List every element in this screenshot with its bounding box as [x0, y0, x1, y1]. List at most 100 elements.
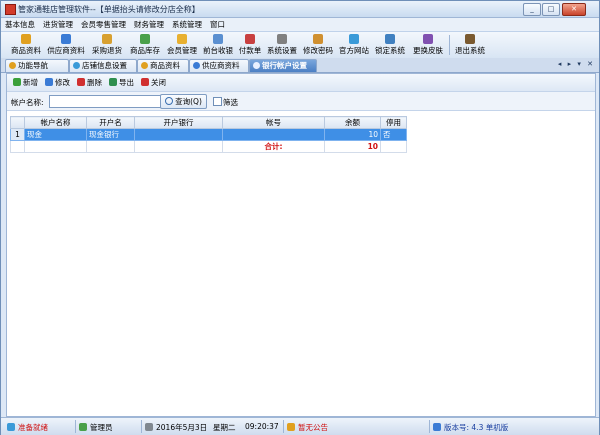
action-bar: 新增 修改 删除 导出 关闭 — [7, 74, 595, 92]
minimize-button[interactable]: _ — [523, 3, 541, 16]
toolbar-skin-button[interactable]: 更换皮肤 — [409, 34, 447, 56]
tab-store-info[interactable]: 店铺信息设置 — [69, 59, 137, 72]
toolbar-payment-button[interactable]: 付款单 — [237, 34, 263, 56]
filter-checkbox-label: 筛选 — [223, 98, 238, 107]
table-header: 帐户名称 开户名 开户银行 帐号 余额 停用 — [10, 116, 407, 129]
menu-window[interactable]: 窗口 — [206, 18, 229, 30]
tab-navigation-arrows[interactable]: ◂ ▸ ▾ ✕ — [558, 60, 595, 68]
status-separator — [283, 420, 284, 433]
product-icon — [21, 34, 31, 44]
store-icon — [73, 62, 80, 69]
column-header-account-number[interactable]: 帐号 — [222, 116, 325, 129]
status-user: 管理员 — [79, 422, 113, 433]
toolbar-exit-button[interactable]: 退出系统 — [453, 34, 487, 56]
tab-bank-account[interactable]: 银行帐户设置 — [249, 59, 317, 72]
table-row[interactable]: 1 现金 现金银行 10 否 — [10, 128, 407, 141]
main-window: 管家通鞋店管理软件--【单据抬头请修改分店全称】 _ □ ✕ 基本信息 进货管理会… — [0, 0, 600, 435]
row-number: 1 — [10, 128, 25, 141]
total-spacer — [86, 140, 135, 153]
menu-bar: 基本信息 进货管理 会员零售管理 财务管理 系统管理 窗口 — [1, 18, 599, 31]
column-header-disabled[interactable]: 停用 — [380, 116, 407, 129]
skin-icon — [423, 34, 433, 44]
toolbar-password-button[interactable]: 修改密码 — [301, 34, 335, 56]
tab-supplier-info[interactable]: 供应商资料 — [189, 59, 249, 72]
toolbar-website-button[interactable]: 官方网站 — [337, 34, 371, 56]
product-tab-icon — [141, 62, 148, 69]
column-header-account-name[interactable]: 帐户名称 — [24, 116, 87, 129]
toolbar-stock-button[interactable]: 商品库存 — [128, 34, 162, 56]
maximize-button[interactable]: □ — [542, 3, 560, 16]
title-bar[interactable]: 管家通鞋店管理软件--【单据抬头请修改分店全称】 _ □ ✕ — [1, 1, 599, 18]
status-separator — [141, 420, 142, 433]
delete-icon — [77, 78, 85, 86]
tab-function-nav[interactable]: 功能导航 — [5, 59, 69, 72]
cell-bank[interactable] — [134, 128, 223, 141]
export-button[interactable]: 导出 — [109, 77, 134, 88]
row-number-header — [10, 116, 25, 129]
notice-icon — [287, 423, 295, 431]
menu-member-retail[interactable]: 会员零售管理 — [77, 18, 130, 30]
member-icon — [177, 34, 187, 44]
add-icon — [13, 78, 21, 86]
cell-disabled[interactable]: 否 — [380, 128, 407, 141]
cell-account-number[interactable] — [222, 128, 325, 141]
edit-icon — [45, 78, 53, 86]
filter-checkbox[interactable] — [213, 97, 222, 106]
cell-holder-name[interactable]: 现金银行 — [86, 128, 135, 141]
lock-icon — [385, 34, 395, 44]
toolbar-member-button[interactable]: 会员管理 — [165, 34, 199, 56]
column-header-balance[interactable]: 余额 — [324, 116, 381, 129]
status-time: 09:20:37 — [245, 422, 279, 431]
toolbar-settings-button[interactable]: 系统设置 — [265, 34, 299, 56]
status-separator — [75, 420, 76, 433]
total-spacer — [10, 140, 25, 153]
cell-balance[interactable]: 10 — [324, 128, 381, 141]
menu-finance[interactable]: 财务管理 — [130, 18, 168, 30]
user-icon — [79, 423, 87, 431]
toolbar-cashier-button[interactable]: 前台收银 — [201, 34, 235, 56]
add-button[interactable]: 新增 — [13, 77, 38, 88]
total-spacer — [134, 140, 223, 153]
menu-basic-info[interactable]: 基本信息 — [1, 18, 39, 30]
nav-icon — [9, 62, 16, 69]
status-version: 版本号: 4.3 单机版 — [433, 422, 508, 433]
version-icon — [433, 423, 441, 431]
status-date: 2016年5月3日 — [145, 422, 207, 433]
menu-purchase[interactable]: 进货管理 — [39, 18, 77, 30]
close-tab-button[interactable]: 关闭 — [141, 77, 166, 88]
toolbar-separator — [449, 35, 450, 55]
cell-account-name[interactable]: 现金 — [24, 128, 87, 141]
total-row: 合计: 10 — [10, 140, 407, 153]
bank-account-table: 帐户名称 开户名 开户银行 帐号 余额 停用 1 现金 现金银行 10 否 合计… — [10, 116, 588, 153]
supplier-tab-icon — [193, 62, 200, 69]
toolbar-supplier-button[interactable]: 供应商资料 — [46, 34, 86, 56]
status-weekday: 星期二 — [213, 423, 236, 432]
app-logo-icon — [5, 4, 16, 15]
delete-button[interactable]: 删除 — [77, 77, 102, 88]
search-button[interactable]: 查询(Q) — [160, 94, 207, 109]
status-notice[interactable]: 暂无公告 — [287, 422, 328, 433]
close-icon — [141, 78, 149, 86]
search-icon — [165, 97, 174, 105]
bank-account-panel: 新增 修改 删除 导出 关闭 帐户名称: 查询(Q) 筛选 帐户名称 开户名 开… — [6, 73, 596, 417]
edit-button[interactable]: 修改 — [45, 77, 70, 88]
close-window-button[interactable]: ✕ — [562, 3, 586, 16]
tab-product-info[interactable]: 商品资料 — [137, 59, 189, 72]
stock-icon — [140, 34, 150, 44]
settings-icon — [277, 34, 287, 44]
exit-icon — [465, 34, 475, 44]
payment-icon — [245, 34, 255, 44]
column-header-holder-name[interactable]: 开户名 — [86, 116, 135, 129]
toolbar-product-button[interactable]: 商品资料 — [9, 34, 43, 56]
website-icon — [349, 34, 359, 44]
toolbar-lock-button[interactable]: 锁定系统 — [373, 34, 407, 56]
toolbar-return-button[interactable]: 采购退货 — [90, 34, 124, 56]
toolbar: 商品资料 供应商资料 采购退货 商品库存 会员管理 前台收银 付款单 系统设置 … — [1, 31, 599, 59]
bank-tab-icon — [253, 62, 260, 69]
window-title: 管家通鞋店管理软件--【单据抬头请修改分店全称】 — [18, 5, 200, 14]
account-name-input[interactable] — [49, 95, 162, 108]
menu-system[interactable]: 系统管理 — [168, 18, 206, 30]
password-icon — [313, 34, 323, 44]
return-icon — [102, 34, 112, 44]
column-header-bank[interactable]: 开户银行 — [134, 116, 223, 129]
